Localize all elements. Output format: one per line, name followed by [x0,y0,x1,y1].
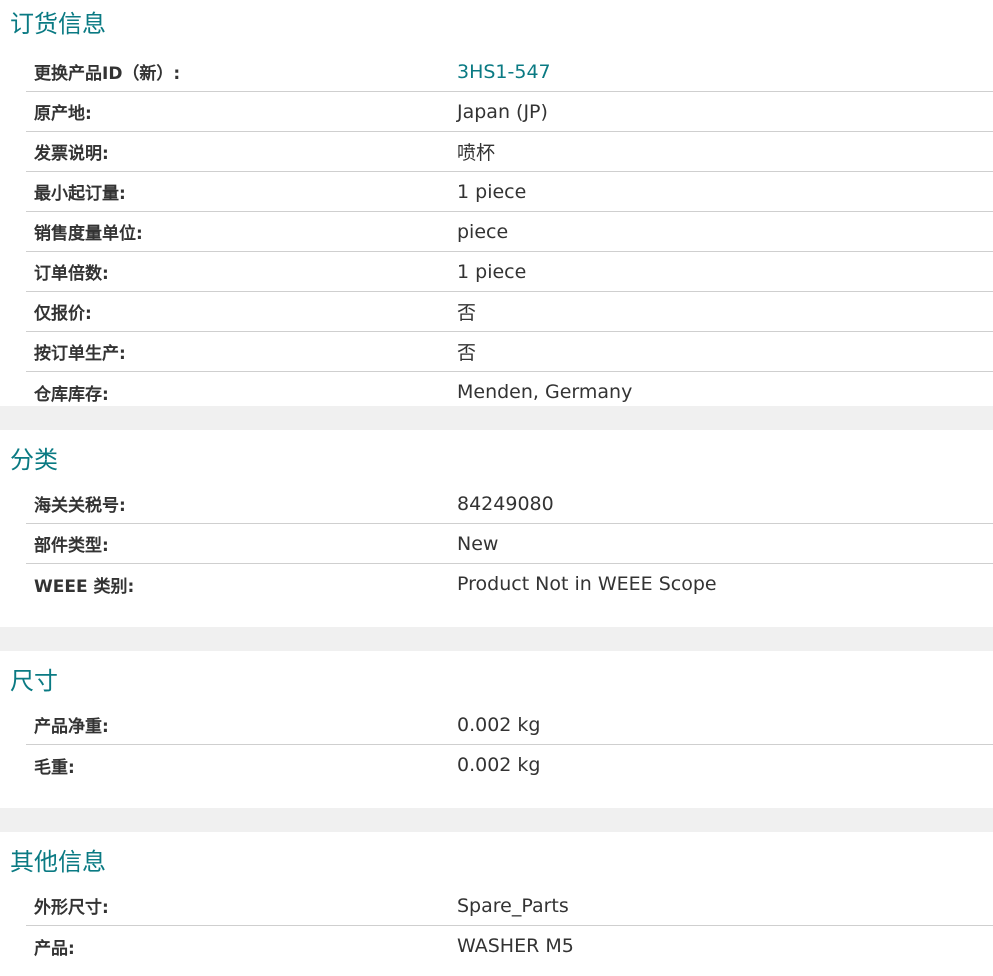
row-value: 1 piece [457,180,527,203]
row-value: 0.002 kg [457,713,541,736]
row-label: 更换产品ID（新）: [34,64,181,84]
row-value: piece [457,220,509,243]
row-label: 仅报价: [34,304,92,324]
section-divider [0,808,993,832]
row-value: Spare_Parts [457,894,569,917]
row-label: 产品净重: [34,717,109,737]
section-ordering-info: 订货信息 更换产品ID（新）: 3HS1-547 原产地: Japan (JP)… [0,0,993,406]
section-title: 订货信息 [10,10,106,38]
row-value: 0.002 kg [457,754,541,776]
section-classification: 分类 海关关税号: 84249080 部件类型: New WEEE 类别: Pr… [0,436,993,627]
details-table: 更换产品ID（新）: 3HS1-547 原产地: Japan (JP) 发票说明… [26,52,993,412]
row-value: 喷杯 [457,142,496,164]
row-label: WEEE 类别: [34,576,135,597]
table-row: 发票说明: 喷杯 [26,132,993,172]
details-table: 产品净重: 0.002 kg 毛重: 0.002 kg [26,705,993,785]
replacement-product-link[interactable]: 3HS1-547 [457,61,551,83]
table-row: 最小起订量: 1 piece [26,172,993,212]
row-value: Product Not in WEEE Scope [457,573,717,595]
row-value: Menden, Germany [457,381,633,403]
table-row: 仅报价: 否 [26,292,993,332]
table-row: 原产地: Japan (JP) [26,92,993,132]
table-row: 毛重: 0.002 kg [26,745,993,785]
table-row: 产品: WASHER M5 [26,926,993,966]
row-value: New [457,532,499,555]
details-table: 海关关税号: 84249080 部件类型: New WEEE 类别: Produ… [26,484,993,604]
row-value: 84249080 [457,492,554,515]
table-row: 销售度量单位: piece [26,212,993,252]
details-table: 外形尺寸: Spare_Parts 产品: WASHER M5 [26,886,993,966]
section-title: 分类 [10,446,58,474]
section-divider [0,627,993,651]
section-title: 尺寸 [10,667,58,695]
table-row: 更换产品ID（新）: 3HS1-547 [26,52,993,92]
row-label: 外形尺寸: [34,898,109,918]
table-row: 按订单生产: 否 [26,332,993,372]
row-label: 原产地: [34,104,92,124]
section-title: 其他信息 [10,848,106,876]
table-row: 外形尺寸: Spare_Parts [26,886,993,926]
row-value: WASHER M5 [457,935,574,957]
row-label: 毛重: [34,757,75,778]
row-label: 海关关税号: [34,496,126,516]
table-row: 产品净重: 0.002 kg [26,705,993,745]
row-label: 仓库库存: [34,384,109,405]
row-label: 按订单生产: [34,344,126,364]
table-row: 海关关税号: 84249080 [26,484,993,524]
row-value: Japan (JP) [457,100,548,123]
row-value: 1 piece [457,260,527,283]
table-row: 订单倍数: 1 piece [26,252,993,292]
section-divider [0,406,993,430]
row-value: 否 [457,342,477,364]
row-label: 订单倍数: [34,264,109,284]
row-label: 最小起订量: [34,184,126,204]
row-label: 部件类型: [34,536,109,556]
row-value: 否 [457,302,477,324]
row-label: 销售度量单位: [34,224,143,244]
table-row: WEEE 类别: Product Not in WEEE Scope [26,564,993,604]
section-other-info: 其他信息 外形尺寸: Spare_Parts 产品: WASHER M5 [0,838,993,966]
table-row: 部件类型: New [26,524,993,564]
row-label: 产品: [34,938,75,959]
row-label: 发票说明: [34,144,109,164]
section-dimensions: 尺寸 产品净重: 0.002 kg 毛重: 0.002 kg [0,657,993,808]
